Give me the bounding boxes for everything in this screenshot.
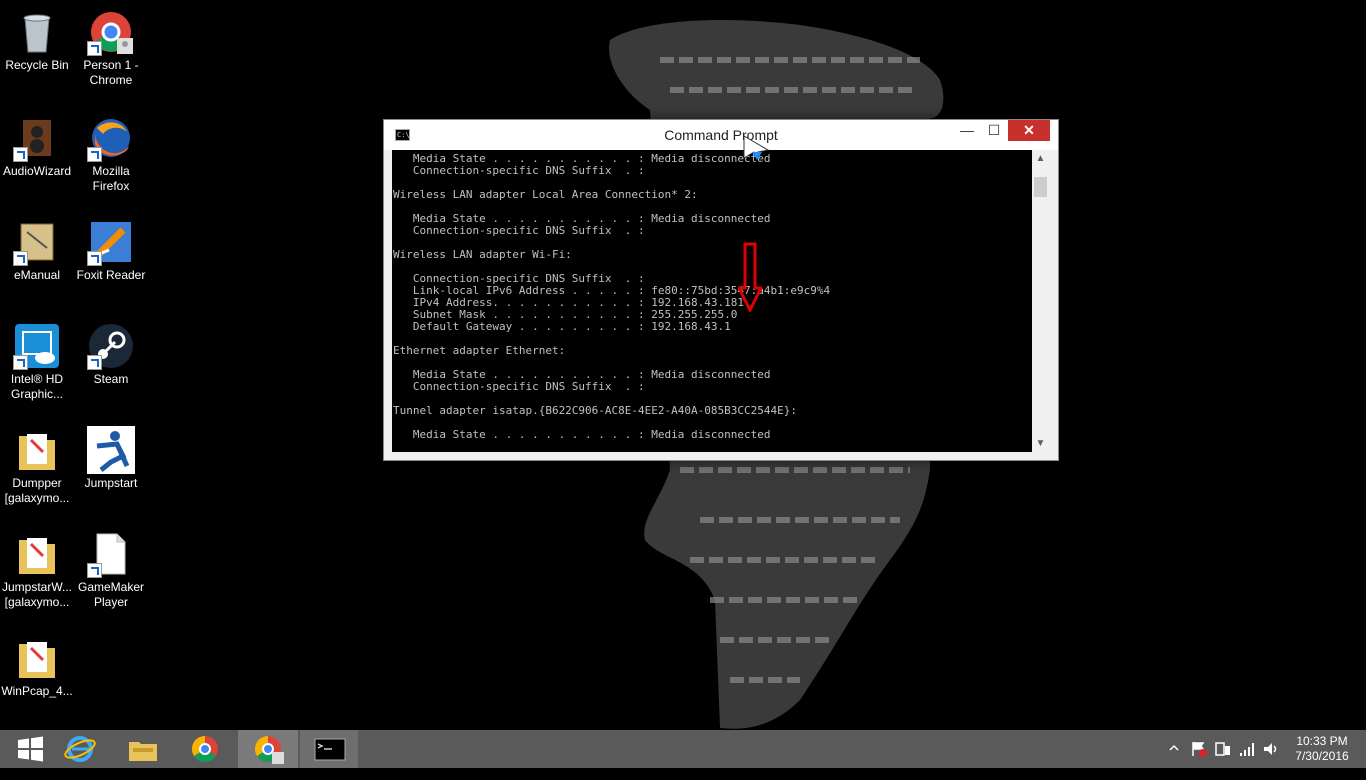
- desktop-icon-label: Person 1 - Chrome: [83, 58, 139, 87]
- desktop-icon-label: Jumpstart: [84, 476, 138, 490]
- shortcut-arrow-icon: [87, 147, 102, 162]
- shortcut-arrow-icon: [13, 251, 28, 266]
- chevron-up-icon: [1169, 744, 1179, 751]
- console-line: Tunnel adapter isatap.{B622C906-AC8E-4EE…: [393, 404, 797, 417]
- shortcut-arrow-icon: [87, 563, 102, 578]
- folder-icon: [19, 434, 55, 470]
- recycle-bin-icon: [23, 14, 51, 53]
- taskbar-file-explorer[interactable]: [113, 730, 173, 768]
- desktop-icon-label: JumpstarW... [galaxymo...: [1, 580, 72, 609]
- desktop-icon-intel-hd-graphics[interactable]: Intel® HD Graphic...: [0, 322, 74, 402]
- console-text: Media State . . . . . . . . . . . : Medi…: [392, 150, 1032, 441]
- desktop-icon-label: WinPcap_4...: [1, 684, 73, 698]
- scroll-thumb[interactable]: [1034, 177, 1047, 197]
- desktop-icon-person-chrome[interactable]: Person 1 - Chrome: [74, 8, 148, 88]
- clock-time: 10:33 PM: [1296, 734, 1348, 748]
- scroll-up-icon[interactable]: ▲: [1032, 150, 1049, 167]
- taskbar-internet-explorer[interactable]: [50, 730, 110, 768]
- command-prompt-icon: [314, 738, 346, 761]
- desktop-icon-winpcap-folder[interactable]: WinPcap_4...: [0, 634, 74, 699]
- scroll-down-icon[interactable]: ▼: [1032, 435, 1049, 452]
- taskbar-chrome[interactable]: [175, 730, 235, 768]
- file-explorer-icon: [129, 742, 157, 761]
- shortcut-arrow-icon: [87, 41, 102, 56]
- battery-icon: [1215, 742, 1230, 756]
- tray-power[interactable]: [1214, 740, 1232, 778]
- tray-action-center[interactable]: [1190, 740, 1208, 778]
- desktop-icon-label: Foxit Reader: [76, 268, 146, 282]
- window-titlebar[interactable]: C:\ Command Prompt — ☐ ✕: [384, 120, 1058, 150]
- desktop-icon-label: Recycle Bin: [5, 58, 69, 72]
- command-prompt-window[interactable]: C:\ Command Prompt — ☐ ✕ Media State . .…: [383, 119, 1059, 461]
- wifi-signal-icon: [1240, 743, 1254, 756]
- shortcut-arrow-icon: [13, 147, 28, 162]
- jumpstart-icon: [87, 426, 135, 474]
- shortcut-arrow-icon: [87, 251, 102, 266]
- tray-network[interactable]: [1238, 740, 1256, 778]
- desktop-icon-dumpper-folder[interactable]: Dumpper [galaxymo...: [0, 426, 74, 506]
- console-line: Wireless LAN adapter Local Area Connecti…: [393, 188, 698, 201]
- shortcut-arrow-icon: [13, 355, 28, 370]
- chrome-person-icon: [254, 735, 284, 764]
- console-line: Default Gateway . . . . . . . . . : 192.…: [393, 320, 731, 333]
- console-output[interactable]: Media State . . . . . . . . . . . : Medi…: [392, 150, 1032, 452]
- desktop-icon-steam[interactable]: Steam: [74, 322, 148, 387]
- desktop-icon-label: AudioWizard: [2, 164, 72, 178]
- clock-date: 7/30/2016: [1295, 749, 1349, 763]
- show-hidden-icons-button[interactable]: [1168, 742, 1180, 780]
- console-line: Wireless LAN adapter Wi-Fi:: [393, 248, 572, 261]
- desktop-icon-gamemaker-player[interactable]: GameMaker Player: [74, 530, 148, 610]
- minimize-button[interactable]: —: [954, 120, 980, 141]
- taskbar-command-prompt[interactable]: [300, 730, 358, 768]
- desktop-icon-label: eManual: [13, 268, 61, 282]
- tray-volume[interactable]: [1262, 740, 1280, 778]
- taskbar-chrome-person[interactable]: [238, 730, 298, 768]
- shortcut-arrow-icon: [87, 355, 102, 370]
- internet-explorer-icon: [64, 736, 96, 762]
- taskbar[interactable]: 10:33 PM 7/30/2016: [0, 730, 1366, 768]
- folder-icon: [19, 538, 55, 574]
- desktop-icon-label: Steam: [93, 372, 129, 386]
- console-line: Connection-specific DNS Suffix . :: [393, 164, 645, 177]
- desktop-icon-label: Dumpper [galaxymo...: [4, 476, 70, 505]
- taskbar-clock[interactable]: 10:33 PM 7/30/2016: [1290, 734, 1354, 764]
- console-line: Media State . . . . . . . . . . . : Medi…: [393, 428, 771, 441]
- close-button[interactable]: ✕: [1008, 120, 1050, 141]
- console-line: Connection-specific DNS Suffix . :: [393, 224, 645, 237]
- desktop-icon-jumpstarw-folder[interactable]: JumpstarW... [galaxymo...: [0, 530, 74, 610]
- flag-error-icon: [1192, 742, 1207, 757]
- mouse-cursor-icon: [743, 135, 770, 163]
- folder-icon: [19, 642, 55, 678]
- desktop-icon-jumpstart[interactable]: Jumpstart: [74, 426, 148, 491]
- console-line: Connection-specific DNS Suffix . :: [393, 380, 645, 393]
- desktop-icon-emanual[interactable]: eManual: [0, 218, 74, 283]
- desktop-icon-label: Mozilla Firefox: [92, 164, 130, 193]
- vertical-scrollbar[interactable]: ▲ ▼: [1032, 150, 1049, 452]
- chrome-icon: [191, 735, 218, 763]
- maximize-button[interactable]: ☐: [980, 120, 1008, 141]
- desktop-icon-firefox[interactable]: Mozilla Firefox: [74, 114, 148, 194]
- desktop-icon-label: Intel® HD Graphic...: [10, 372, 64, 401]
- desktop-icon-foxit-reader[interactable]: Foxit Reader: [74, 218, 148, 283]
- windows-start-icon: [18, 736, 43, 762]
- annotation-arrow-icon: [738, 242, 762, 312]
- volume-icon: [1264, 743, 1277, 755]
- desktop-icon-audiowizard[interactable]: AudioWizard: [0, 114, 74, 179]
- desktop-icon-recycle-bin[interactable]: Recycle Bin: [0, 8, 74, 73]
- desktop-icon-label: GameMaker Player: [77, 580, 145, 609]
- console-line: Ethernet adapter Ethernet:: [393, 344, 566, 357]
